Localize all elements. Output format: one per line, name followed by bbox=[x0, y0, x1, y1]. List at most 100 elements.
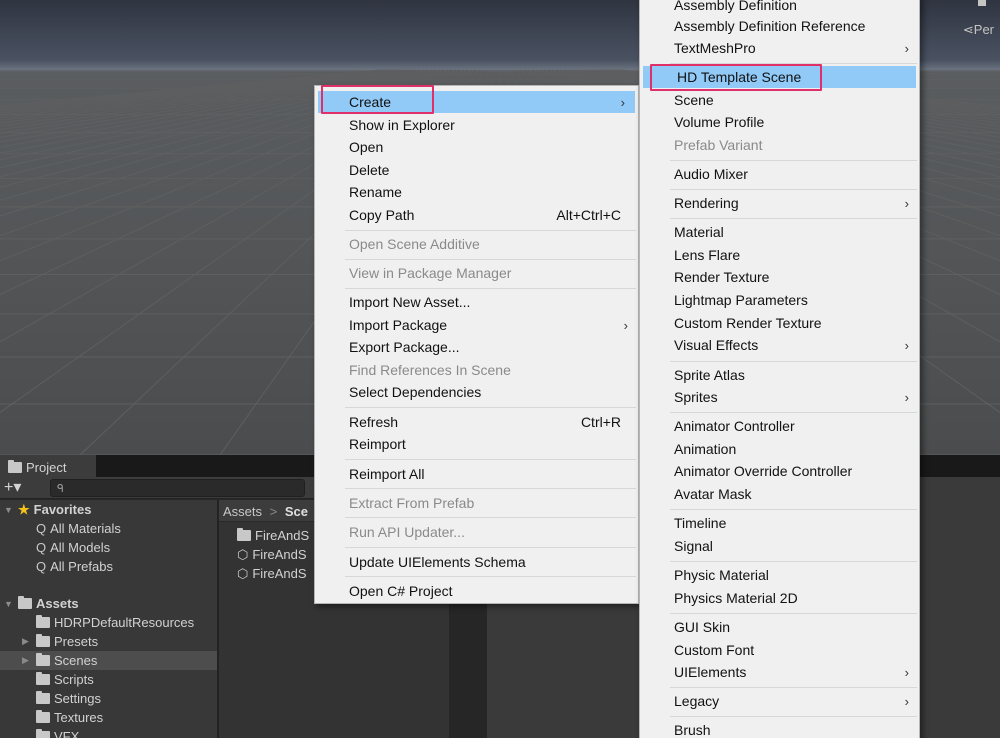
menu-item-copy-path[interactable]: Copy Path Alt+Ctrl+C bbox=[315, 204, 638, 226]
menu-item-custom-font[interactable]: Custom Font bbox=[640, 639, 919, 661]
favorite-item-all-prefabs[interactable]: Q All Prefabs bbox=[0, 557, 217, 576]
menu-item-avatar-mask[interactable]: Avatar Mask bbox=[640, 483, 919, 505]
menu-item-import-package[interactable]: Import Package › bbox=[315, 314, 638, 336]
expand-arrow-icon[interactable]: ▶ bbox=[22, 636, 32, 647]
menu-item-legacy[interactable]: Legacy › bbox=[640, 690, 919, 712]
chevron-right-icon: › bbox=[904, 693, 909, 709]
menu-item-label: Reimport All bbox=[349, 466, 425, 482]
menu-item-label: Rename bbox=[349, 184, 402, 200]
menu-item-label: Run API Updater... bbox=[349, 524, 465, 540]
menu-item-gui-skin[interactable]: GUI Skin bbox=[640, 616, 919, 638]
search-input[interactable]: ᑫ bbox=[50, 479, 305, 497]
menu-item-visual-effects[interactable]: Visual Effects › bbox=[640, 334, 919, 356]
asset-folder-label: VFX bbox=[54, 729, 80, 738]
menu-item-label: Material bbox=[674, 224, 724, 240]
menu-item-export-package[interactable]: Export Package... bbox=[315, 336, 638, 358]
perspective-label[interactable]: ⋖Per bbox=[963, 22, 994, 38]
menu-item-animator-controller[interactable]: Animator Controller bbox=[640, 415, 919, 437]
menu-item-refresh[interactable]: Refresh Ctrl+R bbox=[315, 411, 638, 433]
menu-item-lightmap-parameters[interactable]: Lightmap Parameters bbox=[640, 289, 919, 311]
menu-item-find-references-in-scene: Find References In Scene bbox=[315, 359, 638, 381]
menu-item-delete[interactable]: Delete bbox=[315, 159, 638, 181]
menu-item-reimport[interactable]: Reimport bbox=[315, 433, 638, 455]
menu-item-timeline[interactable]: Timeline bbox=[640, 512, 919, 534]
menu-item-physics-material-2d[interactable]: Physics Material 2D bbox=[640, 587, 919, 609]
expand-arrow-icon[interactable]: ▼ bbox=[4, 505, 14, 515]
menu-item-physic-material[interactable]: Physic Material bbox=[640, 564, 919, 586]
asset-folder-presets[interactable]: ▶ Presets bbox=[0, 632, 217, 651]
menu-item-sprites[interactable]: Sprites › bbox=[640, 386, 919, 408]
scene-gizmo-icon[interactable] bbox=[978, 0, 986, 6]
menu-item-label: Assembly Definition Reference bbox=[674, 18, 866, 34]
tab-project-label: Project bbox=[26, 460, 67, 475]
asset-folder-settings[interactable]: Settings bbox=[0, 689, 217, 708]
file-item[interactable]: ⬡ FireAndS bbox=[237, 564, 307, 583]
menu-item-volume-profile[interactable]: Volume Profile bbox=[640, 111, 919, 133]
create-dropdown-button[interactable]: +▾ bbox=[4, 479, 40, 497]
asset-folder-textures[interactable]: Textures bbox=[0, 708, 217, 727]
menu-item-label: Import Package bbox=[349, 317, 448, 333]
asset-folder-scripts[interactable]: Scripts bbox=[0, 670, 217, 689]
menu-item-show-in-explorer[interactable]: Show in Explorer bbox=[315, 114, 638, 136]
favorite-item-all-models[interactable]: Q All Models bbox=[0, 538, 217, 557]
expand-arrow-icon[interactable]: ▶ bbox=[22, 655, 32, 666]
menu-item-select-dependencies[interactable]: Select Dependencies bbox=[315, 381, 638, 403]
menu-item-custom-render-texture[interactable]: Custom Render Texture bbox=[640, 312, 919, 334]
menu-separator bbox=[345, 576, 636, 577]
menu-item-open-c-project[interactable]: Open C# Project bbox=[315, 580, 638, 602]
menu-item-render-texture[interactable]: Render Texture bbox=[640, 266, 919, 288]
breadcrumb-assets[interactable]: Assets bbox=[223, 504, 262, 519]
menu-item-assembly-definition-reference[interactable]: Assembly Definition Reference bbox=[640, 15, 919, 37]
asset-folder-scenes[interactable]: ▶ Scenes bbox=[0, 651, 217, 670]
menu-item-reimport-all[interactable]: Reimport All bbox=[315, 463, 638, 485]
file-item[interactable]: ⬡ FireAndS bbox=[237, 545, 307, 564]
favorite-item-all-materials[interactable]: Q All Materials bbox=[0, 519, 217, 538]
folder-icon bbox=[36, 634, 50, 647]
menu-item-open[interactable]: Open bbox=[315, 136, 638, 158]
menu-item-rename[interactable]: Rename bbox=[315, 181, 638, 203]
menu-item-material[interactable]: Material bbox=[640, 221, 919, 243]
search-icon: Q bbox=[36, 540, 47, 555]
expand-arrow-icon[interactable]: ▼ bbox=[4, 599, 14, 609]
menu-separator bbox=[670, 189, 917, 190]
asset-folder-hdrpdefaultresources[interactable]: HDRPDefaultResources bbox=[0, 613, 217, 632]
menu-item-extract-from-prefab: Extract From Prefab bbox=[315, 492, 638, 514]
menu-item-label: Render Texture bbox=[674, 269, 770, 285]
menu-separator bbox=[670, 412, 917, 413]
menu-item-signal[interactable]: Signal bbox=[640, 535, 919, 557]
menu-item-lens-flare[interactable]: Lens Flare bbox=[640, 244, 919, 266]
menu-item-import-new-asset[interactable]: Import New Asset... bbox=[315, 291, 638, 313]
menu-item-label: Assembly Definition bbox=[674, 0, 797, 13]
menu-item-brush[interactable]: Brush bbox=[640, 719, 919, 738]
tab-project[interactable]: Project bbox=[0, 455, 96, 477]
menu-item-rendering[interactable]: Rendering › bbox=[640, 192, 919, 214]
menu-item-sprite-atlas[interactable]: Sprite Atlas bbox=[640, 364, 919, 386]
menu-separator bbox=[345, 259, 636, 260]
assets-header[interactable]: ▼ Assets bbox=[0, 594, 217, 613]
file-item[interactable]: FireAndS bbox=[237, 526, 309, 545]
menu-item-animation[interactable]: Animation bbox=[640, 438, 919, 460]
menu-item-label: Animation bbox=[674, 441, 737, 457]
menu-item-label: Refresh bbox=[349, 414, 399, 430]
menu-item-update-uielements-schema[interactable]: Update UIElements Schema bbox=[315, 551, 638, 573]
menu-item-label: Avatar Mask bbox=[674, 486, 752, 502]
shortcut-label: Ctrl+R bbox=[580, 414, 621, 430]
menu-item-assembly-definition[interactable]: Assembly Definition bbox=[640, 0, 919, 16]
search-icon: ᑫ bbox=[57, 483, 64, 495]
menu-item-textmeshpro[interactable]: TextMeshPro › bbox=[640, 37, 919, 59]
menu-item-label: GUI Skin bbox=[674, 619, 731, 635]
menu-item-uielements[interactable]: UIElements › bbox=[640, 661, 919, 683]
favorite-item-label: All Prefabs bbox=[50, 559, 113, 574]
menu-item-label: Volume Profile bbox=[674, 114, 765, 130]
asset-folder-vfx[interactable]: VFX bbox=[0, 727, 217, 738]
menu-item-audio-mixer[interactable]: Audio Mixer bbox=[640, 163, 919, 185]
favorites-header[interactable]: ▼ ★ Favorites bbox=[0, 500, 217, 519]
menu-item-label: TextMeshPro bbox=[674, 40, 756, 56]
menu-separator bbox=[345, 459, 636, 460]
menu-item-animator-override-controller[interactable]: Animator Override Controller bbox=[640, 460, 919, 482]
menu-item-label: Audio Mixer bbox=[674, 166, 748, 182]
breadcrumb-current[interactable]: Sce bbox=[285, 504, 308, 519]
menu-item-label: Delete bbox=[349, 162, 390, 178]
menu-item-label: Open Scene Additive bbox=[349, 236, 480, 252]
menu-item-scene[interactable]: Scene bbox=[640, 89, 919, 111]
